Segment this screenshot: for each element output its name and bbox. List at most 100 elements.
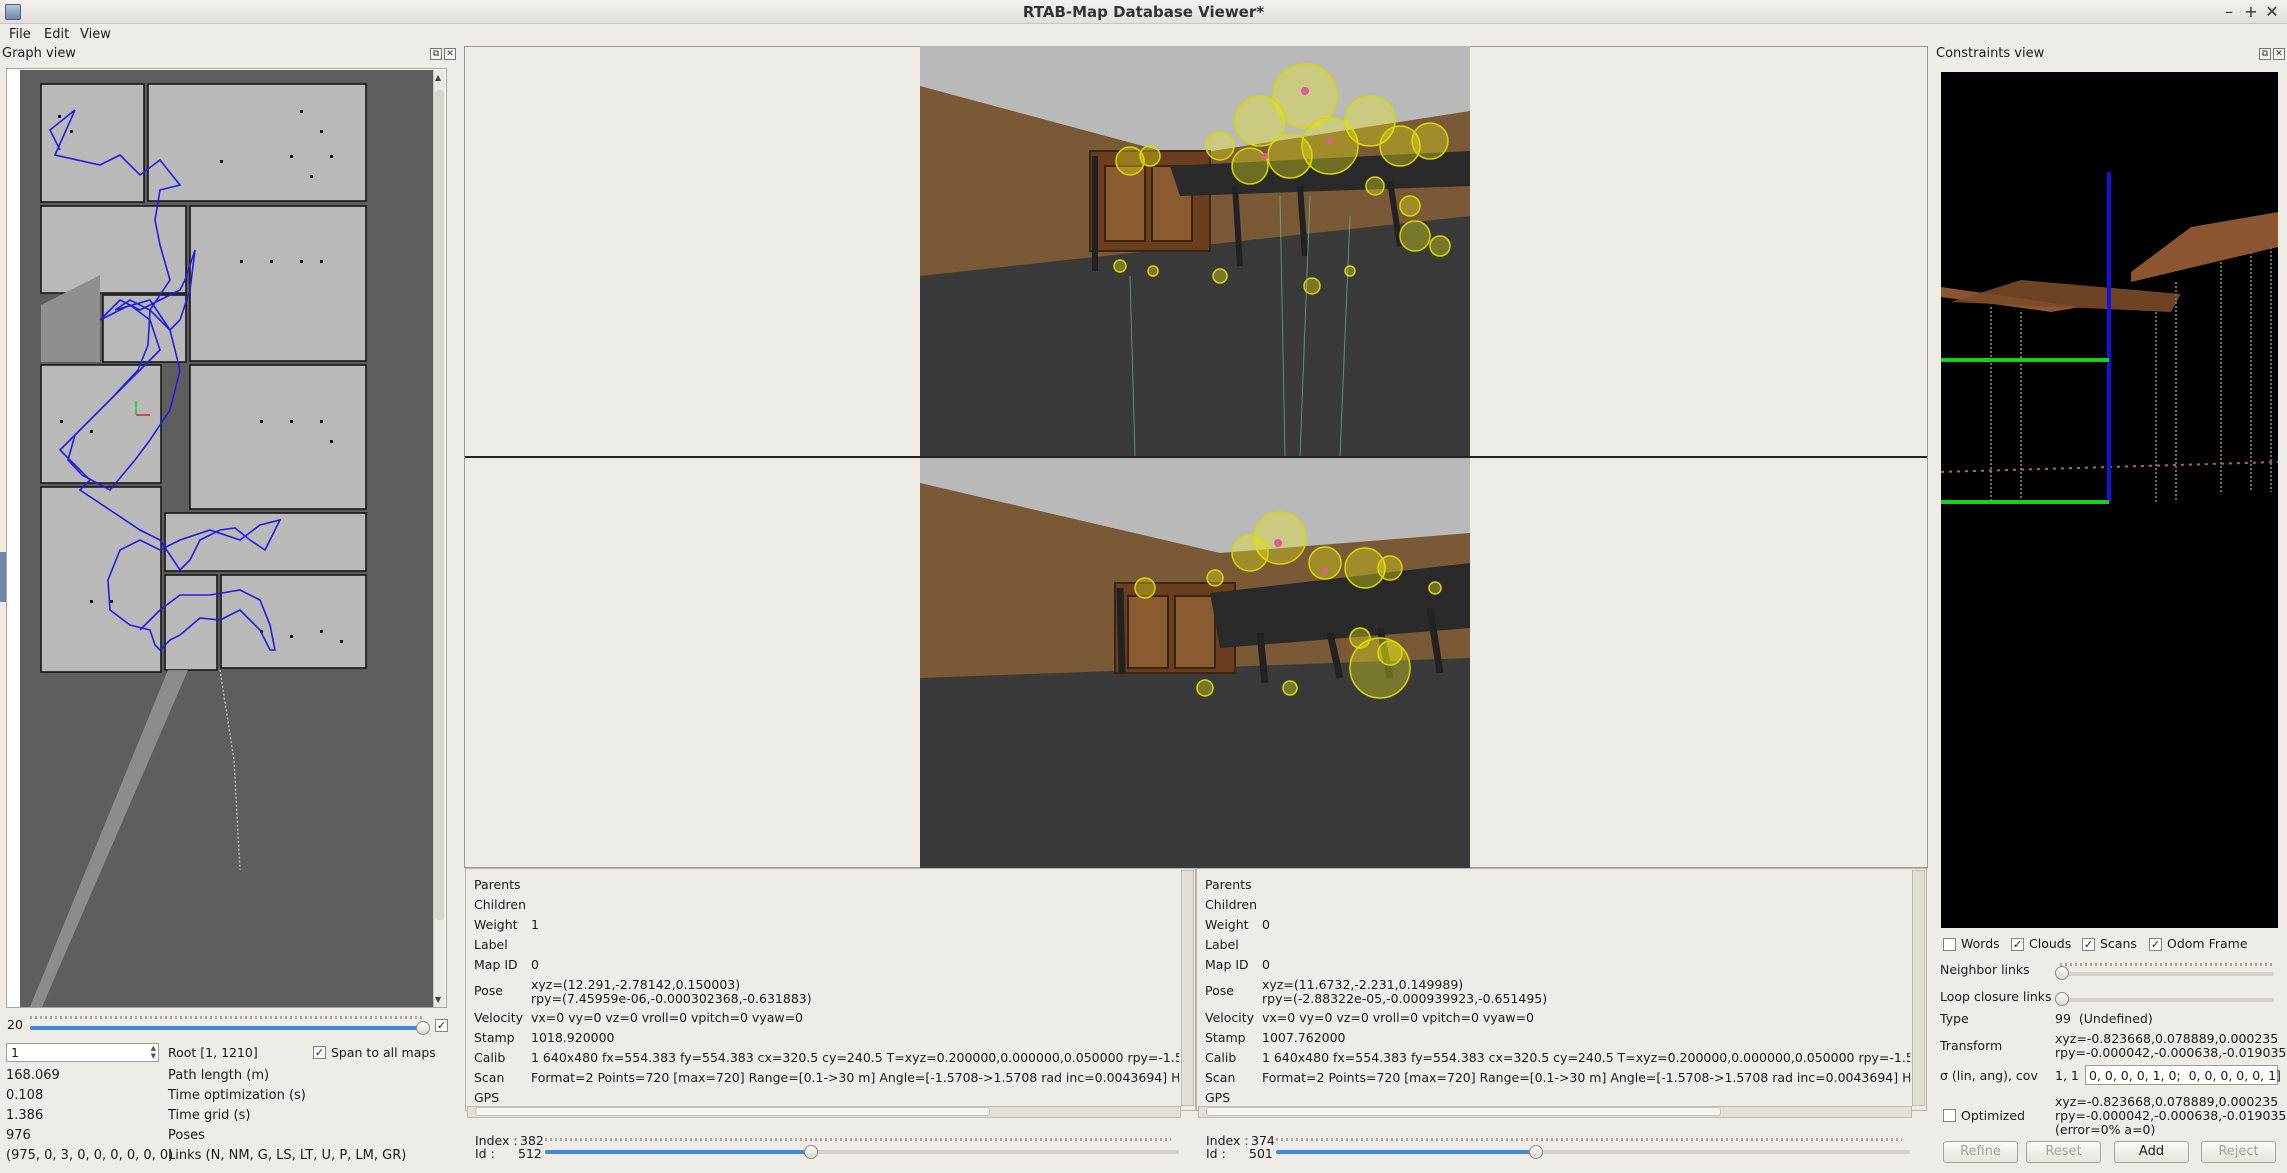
right-map-id-value: 0: [1262, 957, 1270, 972]
dock-close-icon[interactable]: ✕: [444, 48, 456, 60]
graph-slider-value: 20: [7, 1017, 23, 1032]
menu-file[interactable]: File: [9, 25, 31, 45]
stat-time-grid-label: Time grid (s): [168, 1108, 251, 1123]
words-checkbox[interactable]: [1943, 938, 1956, 951]
left-label-weight: Weight: [474, 917, 518, 932]
minimize-button[interactable]: –: [2219, 2, 2239, 22]
root-spinbox-value: 1: [11, 1045, 19, 1060]
window-title: RTAB-Map Database Viewer*: [1022, 3, 1265, 21]
type-value: 99 (Undefined): [2055, 1011, 2153, 1026]
optimized-label: Optimized: [1961, 1108, 2025, 1123]
right-index-slider-fill: [1276, 1150, 1536, 1154]
right-id-value: 501: [1249, 1146, 1273, 1161]
right-label-gps: GPS: [1205, 1090, 1231, 1105]
right-velocity-value: vx=0 vy=0 vz=0 vroll=0 vpitch=0 vyaw=0: [1262, 1010, 1535, 1025]
neighbor-links-handle[interactable]: [2055, 966, 2069, 980]
loop-closure-links-slider[interactable]: [2060, 998, 2274, 1002]
right-weight-value: 0: [1262, 917, 1270, 932]
menu-view[interactable]: View: [80, 25, 111, 45]
scans-checkbox[interactable]: ✓: [2082, 938, 2095, 951]
graph-slider-checkbox[interactable]: ✓: [435, 1019, 448, 1032]
right-label-pose: Pose: [1205, 983, 1234, 998]
covariance-field[interactable]: 0, 0, 0, 0, 1, 0; 0, 0, 0, 0, 0, 1]: [2085, 1065, 2281, 1085]
reject-button[interactable]: Reject: [2201, 1141, 2276, 1163]
left-index-slider-fill: [545, 1150, 811, 1154]
maximize-button[interactable]: +: [2241, 2, 2261, 22]
right-hscroll-thumb[interactable]: [1206, 1107, 1721, 1116]
spin-arrows-icon[interactable]: ▲ ▼: [151, 1044, 156, 1060]
transform-rpy: rpy=-0.000042,-0.000638,-0.019035: [2055, 1045, 2287, 1060]
refine-button[interactable]: Refine: [1943, 1141, 2018, 1163]
left-pose-rpy: rpy=(7.45959e-06,-0.000302368,-0.631883): [531, 991, 812, 1006]
constraints-close-icon[interactable]: ✕: [2273, 48, 2285, 60]
transform-label: Transform: [1940, 1038, 2003, 1053]
menu-edit[interactable]: Edit: [44, 25, 69, 45]
root-spinbox[interactable]: 1 ▲ ▼: [6, 1043, 159, 1062]
occupancy-grid: [40, 83, 367, 673]
left-label-pose: Pose: [474, 983, 503, 998]
right-index-slider-handle[interactable]: [1529, 1145, 1543, 1159]
right-label-weight: Weight: [1205, 917, 1249, 932]
right-scan-value: Format=2 Points=720 [max=720] Range=[0.1…: [1262, 1070, 1910, 1085]
scroll-down-icon[interactable]: ▼: [435, 996, 443, 1004]
graph-canvas[interactable]: [20, 70, 434, 1007]
left-info-vscroll[interactable]: [1181, 870, 1194, 1106]
clouds-checkbox[interactable]: ✓: [2011, 938, 2024, 951]
graph-slider[interactable]: [30, 1026, 423, 1030]
loop-closure-links-label: Loop closure links: [1940, 989, 2052, 1004]
left-label-calib: Calib: [474, 1050, 506, 1065]
image-view-top[interactable]: [920, 46, 1470, 456]
left-label-scan: Scan: [474, 1070, 505, 1085]
right-label-stamp: Stamp: [1205, 1030, 1246, 1045]
optimized-error: (error=0% a=0): [2055, 1122, 2156, 1137]
right-info-vscroll[interactable]: [1912, 870, 1925, 1106]
left-pose-xyz: xyz=(12.291,-2.78142,0.150003): [531, 977, 741, 992]
constraints-3d-view[interactable]: [1941, 72, 2278, 928]
constraints-view-title: Constraints view: [1936, 46, 2045, 61]
right-slider-ticks: [1276, 1138, 1902, 1141]
sigma-value: 1, 1: [2055, 1068, 2079, 1083]
graph-view-title: Graph view: [2, 46, 76, 61]
image-view-bottom[interactable]: [920, 458, 1470, 868]
scroll-thumb[interactable]: [435, 90, 444, 920]
left-label-gps: GPS: [474, 1090, 500, 1105]
scroll-up-icon[interactable]: ▲: [435, 74, 443, 82]
right-calib-value: 1 640x480 fx=554.383 fy=554.383 cx=320.5…: [1262, 1050, 1910, 1065]
left-label-children: Children: [474, 897, 527, 912]
constraints-float-icon[interactable]: ⧉: [2259, 48, 2271, 60]
right-stamp-value: 1007.762000: [1262, 1030, 1346, 1045]
left-map-id-value: 0: [531, 957, 539, 972]
neighbor-links-slider[interactable]: [2060, 972, 2274, 976]
transform-xyz: xyz=-0.823668,0.078889,0.000235: [2055, 1031, 2279, 1046]
left-index-slider-handle[interactable]: [804, 1145, 818, 1159]
loop-closure-links-handle[interactable]: [2055, 992, 2069, 1006]
menu-bar: [0, 24, 2287, 46]
optimized-checkbox[interactable]: [1943, 1109, 1956, 1122]
span-maps-label: Span to all maps: [331, 1045, 436, 1060]
right-label-parents: Parents: [1205, 877, 1252, 892]
left-stamp-value: 1018.920000: [531, 1030, 615, 1045]
stat-path-length-value: 168.069: [6, 1068, 60, 1083]
odom-frame-label: Odom Frame: [2167, 936, 2248, 951]
left-label-parents: Parents: [474, 877, 521, 892]
left-calib-value: 1 640x480 fx=554.383 fy=554.383 cx=320.5…: [531, 1050, 1179, 1065]
right-pose-rpy: rpy=(-2.88322e-05,-0.000939923,-0.651495…: [1262, 991, 1548, 1006]
left-label-stamp: Stamp: [474, 1030, 515, 1045]
right-pose-xyz: xyz=(11.6732,-2.231,0.149989): [1262, 977, 1464, 992]
dock-float-icon[interactable]: ⧉: [430, 48, 442, 60]
stat-links-label: Links (N, NM, G, LS, LT, U, P, LM, GR): [168, 1148, 407, 1163]
stat-time-opt-label: Time optimization (s): [168, 1088, 306, 1103]
left-hscroll-thumb[interactable]: [475, 1107, 990, 1116]
reset-button[interactable]: Reset: [2026, 1141, 2101, 1163]
stat-time-grid-value: 1.386: [6, 1108, 44, 1123]
span-maps-checkbox[interactable]: ✓: [313, 1046, 326, 1059]
add-button[interactable]: Add: [2114, 1141, 2189, 1163]
odom-frame-checkbox[interactable]: ✓: [2149, 938, 2162, 951]
right-label-calib: Calib: [1205, 1050, 1237, 1065]
graph-slider-ticks: [30, 1016, 425, 1019]
right-label-velocity: Velocity: [1205, 1010, 1255, 1025]
stat-poses-value: 976: [6, 1128, 31, 1143]
graph-slider-handle[interactable]: [416, 1021, 430, 1035]
optimized-xyz: xyz=-0.823668,0.078889,0.000235: [2055, 1094, 2279, 1109]
close-button[interactable]: ✕: [2262, 2, 2282, 22]
